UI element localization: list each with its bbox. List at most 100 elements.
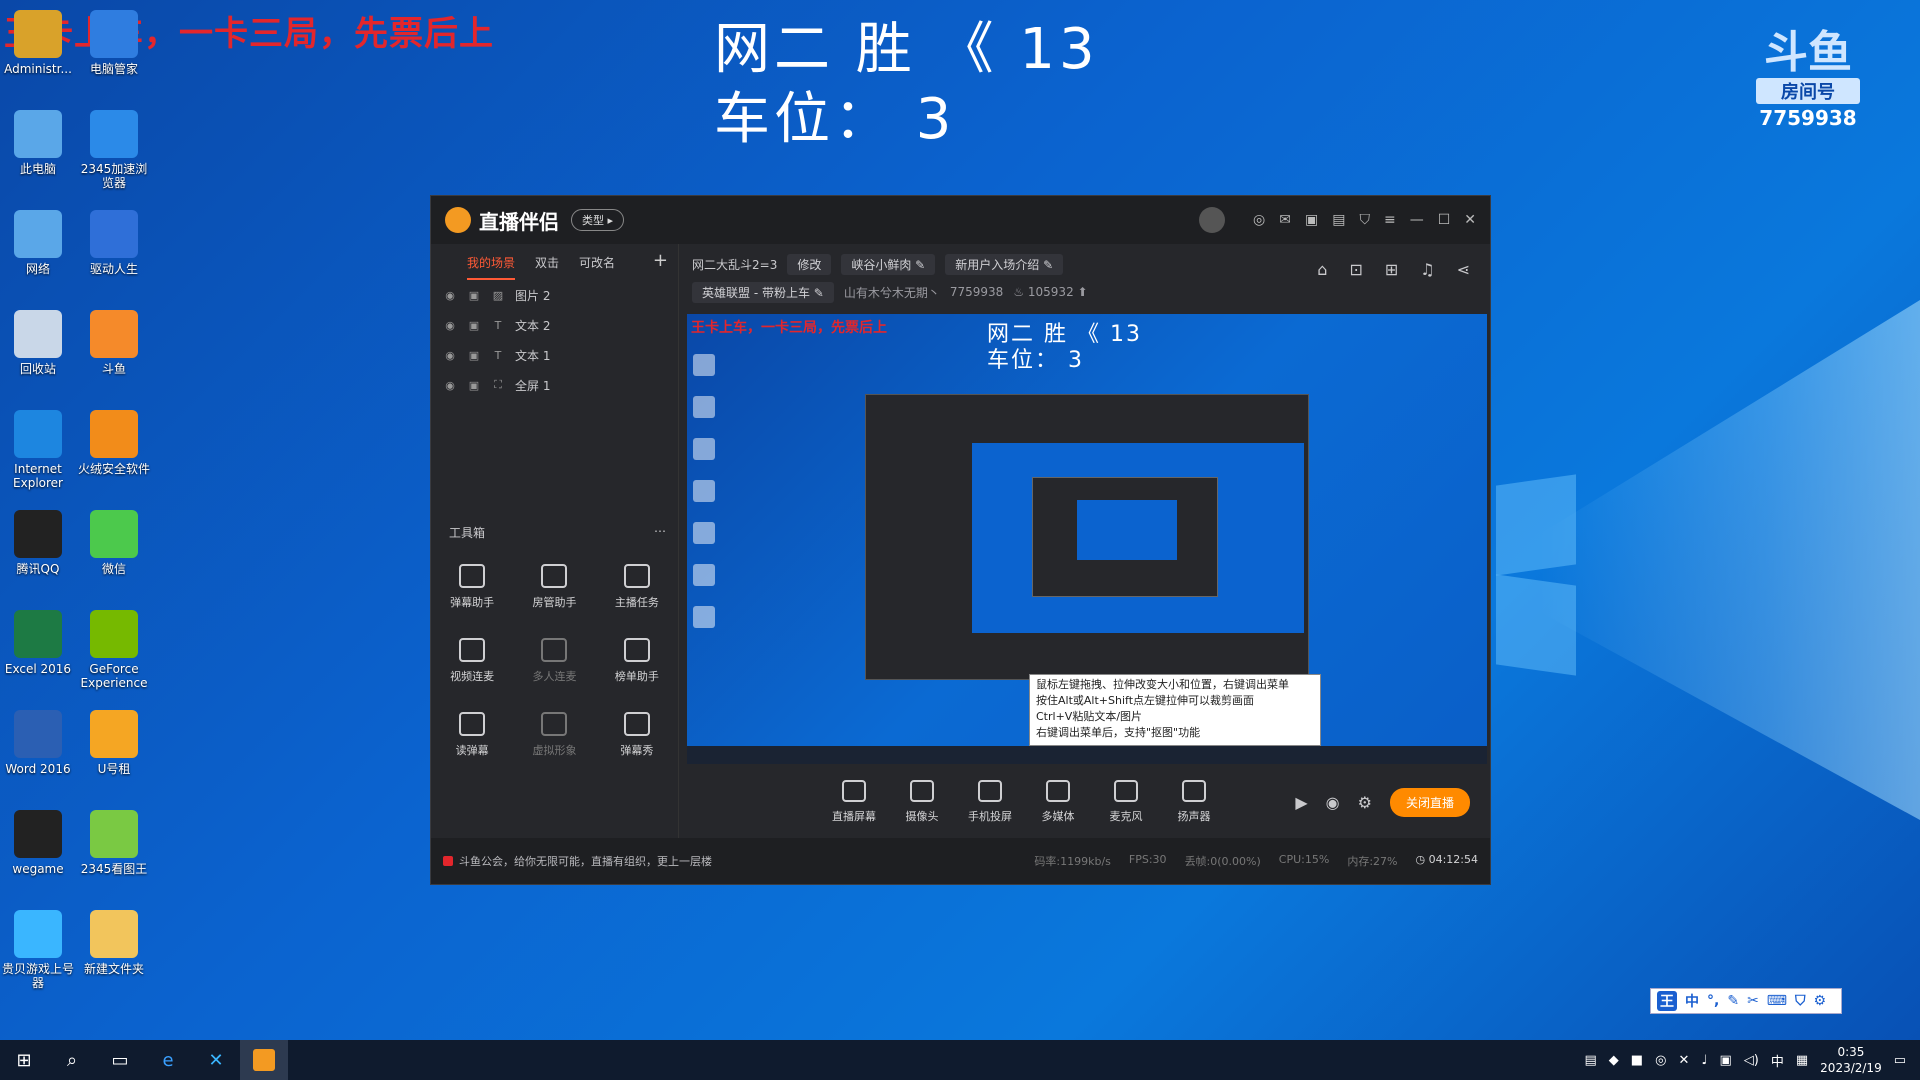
source-control[interactable]: 多媒体 (1024, 780, 1092, 824)
toolbox-item[interactable]: 虚拟形象 (513, 712, 595, 758)
toolbox-item[interactable]: 视频连麦 (431, 638, 513, 684)
add-scene-button[interactable]: + (653, 252, 668, 280)
tray-folder-icon[interactable]: ▤ (1585, 1053, 1597, 1068)
desktop-icon[interactable]: 2345看图王 (76, 810, 152, 876)
scissors-icon[interactable]: ✂ (1747, 993, 1759, 1009)
desktop-icon[interactable]: 斗鱼 (76, 310, 152, 376)
notification-icon[interactable]: ▭ (1894, 1053, 1906, 1068)
desktop-icon[interactable]: wegame (0, 810, 76, 876)
tab-my-scene[interactable]: 我的场景 (467, 254, 516, 280)
tag-chip[interactable]: 峡谷小鲜肉 ✎ (841, 253, 936, 275)
type-button[interactable]: 类型 ▸ (571, 209, 625, 231)
taskbar-streaming-app-icon[interactable] (240, 1040, 288, 1080)
desktop-icon[interactable]: 腾讯QQ (0, 510, 76, 576)
tray-volume-icon[interactable]: ◁) (1744, 1053, 1759, 1068)
share-icon[interactable]: ⋖ (1457, 260, 1470, 279)
toolbox-item[interactable]: 弹幕秀 (596, 712, 678, 758)
source-control[interactable]: 麦克风 (1092, 780, 1160, 824)
maximize-icon[interactable]: ☐ (1438, 212, 1451, 228)
headset-icon[interactable]: ◎ (1253, 212, 1265, 228)
taskbar-game-login-icon[interactable]: ✕ (192, 1040, 240, 1080)
taskbar-ie-icon[interactable]: e (144, 1040, 192, 1080)
layer-item[interactable]: ◉ ▣ ⛶ 全屏 1 (431, 370, 678, 400)
screen-icon[interactable]: ▣ (1305, 212, 1318, 228)
avatar[interactable] (1199, 207, 1226, 233)
ime-settings-icon[interactable]: ⚙ (1814, 993, 1827, 1009)
tab-rename[interactable]: 可改名 (579, 254, 615, 280)
stream-preview[interactable]: 王卡上车，一卡三局，先票后上 网二 胜 《 13 车位： 3 鼠标左键拖拽、拉伸… (687, 314, 1487, 764)
punct-icon[interactable]: °, (1707, 993, 1719, 1009)
shirt-icon[interactable]: ⛉ (1359, 212, 1370, 228)
keyboard-icon[interactable]: ⌨ (1767, 993, 1787, 1009)
desktop-icon[interactable]: 网络 (0, 210, 76, 276)
desktop-icon[interactable]: Word 2016 (0, 710, 76, 776)
desktop-icon[interactable]: 此电脑 (0, 110, 76, 176)
toolbox-item[interactable]: 榜单助手 (596, 638, 678, 684)
desktop-icon[interactable]: 回收站 (0, 310, 76, 376)
toolbox-item[interactable]: 多人连麦 (513, 638, 595, 684)
window-icon[interactable]: ▤ (1332, 212, 1345, 228)
visibility-eye-icon[interactable]: ◉ (443, 319, 457, 332)
task-view-icon[interactable]: ▭ (96, 1040, 144, 1080)
category-chip[interactable]: 英雄联盟 - 带粉上车 ✎ (692, 281, 834, 303)
source-control[interactable]: 扬声器 (1160, 780, 1228, 824)
desktop-icon[interactable]: Administr... (0, 10, 76, 76)
lock-icon[interactable]: ▣ (467, 319, 481, 332)
layer-item[interactable]: ◉ ▣ ▨ 图片 2 (431, 280, 678, 310)
desktop-icon[interactable]: 电脑管家 (76, 10, 152, 76)
tray-nvidia-icon[interactable]: ◆ (1609, 1053, 1619, 1068)
tray-game-icon[interactable]: ✕ (1678, 1053, 1689, 1068)
lock-icon[interactable]: ▣ (467, 349, 481, 362)
source-control[interactable]: 直播屏幕 (820, 780, 888, 824)
desktop-icon[interactable]: 火绒安全软件 (76, 410, 152, 476)
desktop-icon[interactable]: 微信 (76, 510, 152, 576)
tab-double-click[interactable]: 双击 (535, 254, 559, 280)
tray-mic-icon[interactable]: ♩ (1701, 1053, 1707, 1068)
clock[interactable]: 0:35 2023/2/19 (1820, 1044, 1882, 1076)
desktop-icon[interactable]: 贵贝游戏上号器 (0, 910, 76, 990)
end-stream-button[interactable]: 关闭直播 (1389, 787, 1470, 817)
lock-icon[interactable]: ▣ (467, 379, 481, 392)
gift-icon[interactable]: ⌂ (1317, 260, 1327, 279)
tray-app-icon[interactable]: ■ (1631, 1053, 1643, 1068)
unlock-icon[interactable]: ⊡ (1349, 260, 1362, 279)
desktop-icon[interactable]: U号租 (76, 710, 152, 776)
layout-icon[interactable]: ⊞ (1385, 260, 1398, 279)
toolbox-item[interactable]: 房管助手 (513, 564, 595, 610)
toolbox-item[interactable]: 读弹幕 (431, 712, 513, 758)
tag-chip[interactable]: 新用户入场介绍 ✎ (945, 253, 1064, 275)
ime-mode[interactable]: 中 (1685, 991, 1699, 1011)
start-windows-icon[interactable]: ⊞ (0, 1040, 48, 1080)
record-icon[interactable]: ▶ (1295, 793, 1307, 812)
layer-item[interactable]: ◉ ▣ T 文本 1 (431, 340, 678, 370)
ime-toolbar[interactable]: 王 中 °, ✎ ✂ ⌨ ⛉ ⚙ (1650, 988, 1842, 1014)
minimize-icon[interactable]: — (1410, 212, 1424, 228)
visibility-eye-icon[interactable]: ◉ (443, 349, 457, 362)
desktop-icon[interactable]: 新建文件夹 (76, 910, 152, 976)
source-control[interactable]: 手机投屏 (956, 780, 1024, 824)
more-icon[interactable]: ⋯ (654, 524, 666, 541)
tray-network-icon[interactable]: ▣ (1719, 1053, 1731, 1068)
desktop-icon[interactable]: Internet Explorer (0, 410, 76, 490)
tray-ime-icon[interactable]: ▦ (1796, 1053, 1808, 1068)
visibility-eye-icon[interactable]: ◉ (443, 379, 457, 392)
source-control[interactable]: 摄像头 (888, 780, 956, 824)
pen-icon[interactable]: ✎ (1727, 993, 1739, 1009)
desktop-icon[interactable]: 驱动人生 (76, 210, 152, 276)
visibility-eye-icon[interactable]: ◉ (443, 289, 457, 302)
desktop-icon[interactable]: Excel 2016 (0, 610, 76, 676)
layer-item[interactable]: ◉ ▣ T 文本 2 (431, 310, 678, 340)
close-icon[interactable]: ✕ (1464, 212, 1476, 228)
menu-icon[interactable]: ≡ (1384, 212, 1396, 228)
tray-language[interactable]: 中 (1771, 1051, 1784, 1070)
skin-icon[interactable]: ⛉ (1795, 993, 1806, 1009)
desktop-icon[interactable]: GeForce Experience (76, 610, 152, 690)
bell-icon[interactable]: ♫ (1420, 260, 1434, 279)
toolbox-item[interactable]: 弹幕助手 (431, 564, 513, 610)
mail-icon[interactable]: ✉ (1279, 212, 1291, 228)
settings-icon[interactable]: ⚙ (1358, 793, 1372, 812)
search-icon[interactable]: ⌕ (48, 1040, 96, 1080)
eye-icon[interactable]: ◉ (1326, 793, 1340, 812)
desktop-icon[interactable]: 2345加速浏览器 (76, 110, 152, 190)
toolbox-item[interactable]: 主播任务 (596, 564, 678, 610)
